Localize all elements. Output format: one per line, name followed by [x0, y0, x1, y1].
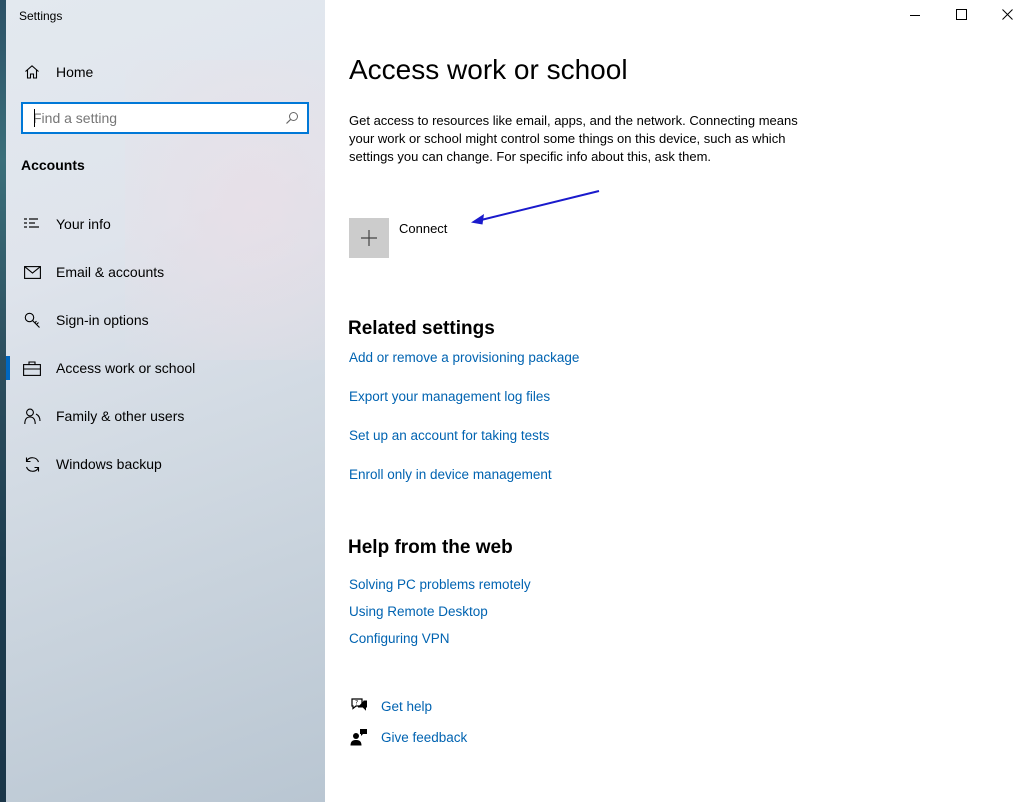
maximize-icon: [955, 7, 967, 25]
sidebar: Settings Home Accounts Your info Email &…: [6, 0, 325, 802]
connect-label: Connect: [399, 220, 448, 236]
link-provisioning-package[interactable]: Add or remove a provisioning package: [349, 350, 579, 365]
link-configuring-vpn[interactable]: Configuring VPN: [349, 631, 450, 646]
connect-button[interactable]: Connect: [349, 218, 447, 258]
search-input[interactable]: [33, 105, 283, 131]
sidebar-item-your-info[interactable]: Your info: [6, 204, 325, 244]
text-caret: [34, 109, 35, 127]
minimize-icon: [910, 7, 920, 25]
maximize-button[interactable]: [938, 0, 984, 32]
sidebar-item-label: Family & other users: [56, 408, 185, 424]
plus-icon: [349, 218, 389, 258]
sidebar-item-label: Sign-in options: [56, 312, 149, 328]
link-remote-desktop[interactable]: Using Remote Desktop: [349, 604, 488, 619]
link-account-for-tests[interactable]: Set up an account for taking tests: [349, 428, 549, 443]
get-help-label: Get help: [381, 698, 433, 714]
sidebar-item-label: Email & accounts: [56, 264, 165, 280]
briefcase-icon: [22, 358, 42, 378]
give-feedback-link[interactable]: Give feedback: [349, 727, 467, 747]
svg-text:?: ?: [355, 700, 358, 707]
sidebar-item-access-work-or-school[interactable]: Access work or school: [6, 348, 325, 388]
home-icon: [22, 62, 42, 82]
mail-icon: [22, 262, 42, 282]
link-solving-pc-problems[interactable]: Solving PC problems remotely: [349, 577, 531, 592]
sidebar-item-label: Home: [56, 64, 94, 80]
related-settings-heading: Related settings: [348, 318, 495, 339]
link-enroll-device-management[interactable]: Enroll only in device management: [349, 467, 552, 482]
app-title: Settings: [19, 9, 63, 23]
sync-icon: [22, 454, 42, 474]
minimize-button[interactable]: [892, 0, 938, 32]
annotation-arrow: [471, 190, 600, 225]
page-description: Get access to resources like email, apps…: [349, 113, 798, 164]
key-icon: [22, 310, 42, 330]
sidebar-item-label: Your info: [56, 216, 111, 232]
sidebar-item-label: Windows backup: [56, 456, 162, 472]
give-feedback-label: Give feedback: [381, 729, 468, 745]
sidebar-item-family-other-users[interactable]: Family & other users: [6, 396, 325, 436]
sidebar-item-label: Access work or school: [56, 360, 196, 376]
help-from-web-heading: Help from the web: [348, 537, 513, 558]
chat-help-icon: ?: [349, 696, 369, 716]
close-icon: [1001, 7, 1013, 25]
person-card-icon: [22, 214, 42, 234]
main-content: Access work or school Get access to reso…: [325, 0, 1029, 802]
sidebar-item-windows-backup[interactable]: Windows backup: [6, 444, 325, 484]
get-help-link[interactable]: ? Get help: [349, 696, 432, 716]
sidebar-item-sign-in-options[interactable]: Sign-in options: [6, 300, 325, 340]
section-label-accounts: Accounts: [21, 157, 85, 173]
page-title: Access work or school: [349, 54, 628, 85]
people-icon: [22, 406, 42, 426]
search-box[interactable]: [21, 102, 309, 134]
sidebar-item-home[interactable]: Home: [6, 52, 325, 92]
search-icon[interactable]: [285, 111, 299, 125]
feedback-person-icon: [349, 727, 369, 747]
close-button[interactable]: [984, 0, 1029, 32]
link-export-management-logs[interactable]: Export your management log files: [349, 389, 550, 404]
sidebar-item-email-accounts[interactable]: Email & accounts: [6, 252, 325, 292]
